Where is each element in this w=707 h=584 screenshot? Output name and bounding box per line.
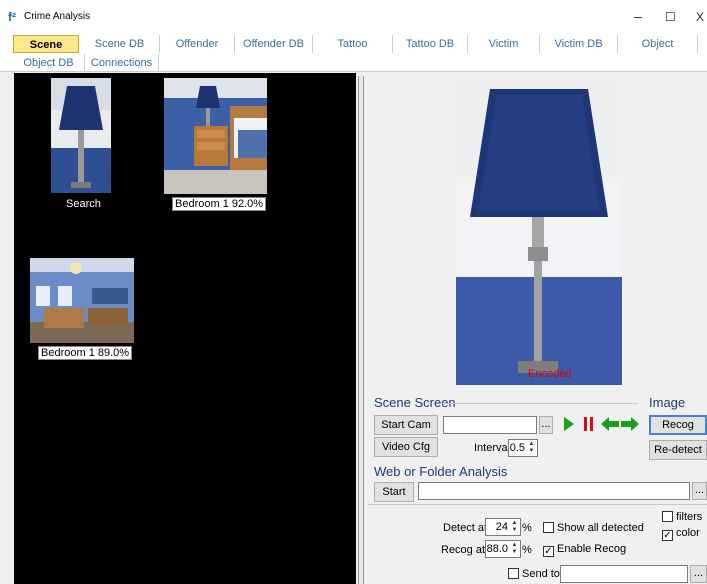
checkbox-checked-icon[interactable]: ✓	[662, 530, 673, 541]
web-folder-title: Web or Folder Analysis	[374, 464, 508, 479]
send-to-label: Send to	[522, 568, 560, 580]
web-folder-browse-button[interactable]: ...	[692, 482, 707, 500]
recog-unit: %	[522, 544, 532, 556]
web-folder-path-input[interactable]	[418, 482, 690, 500]
arrow-left-icon[interactable]	[600, 415, 620, 433]
app-logo-icon: f²	[8, 10, 16, 24]
checkbox-checked-icon[interactable]: ✓	[543, 546, 554, 557]
interval-value: 0.5	[509, 442, 525, 454]
tab-object[interactable]: Object	[618, 35, 698, 53]
close-button[interactable]: X	[696, 10, 704, 24]
tab-victim-db[interactable]: Victim DB	[540, 35, 618, 53]
window-title: Crime Analysis	[24, 11, 91, 22]
tab-offender[interactable]: Offender	[160, 35, 235, 53]
maximize-button[interactable]: ☐	[665, 10, 676, 24]
send-to-browse-button[interactable]: ...	[690, 565, 707, 583]
thumbnail-caption: Search	[66, 198, 101, 210]
title-bar: f² Crime Analysis – ☐ X	[0, 0, 707, 34]
color-label: color	[676, 527, 700, 539]
interval-label: Interval	[474, 442, 511, 454]
thumbnail-bedroom-2[interactable]	[30, 258, 134, 343]
send-to-input[interactable]	[560, 565, 688, 583]
show-all-detected-checkbox[interactable]: Show all detected	[543, 522, 644, 534]
spin-arrows-icon[interactable]: ▲ ▼	[527, 441, 536, 455]
spin-arrows-icon[interactable]: ▲ ▼	[510, 542, 519, 556]
filters-checkbox[interactable]: filters	[662, 511, 702, 523]
thumbnail-lamp[interactable]	[51, 78, 111, 193]
checkbox-unchecked-icon[interactable]	[508, 568, 519, 579]
enable-recog-label: Enable Recog	[557, 543, 627, 555]
encoded-label: Encoded	[528, 368, 572, 380]
tab-tattoo-db[interactable]: Tattoo DB	[393, 35, 468, 53]
camera-browse-button[interactable]: ...	[539, 416, 553, 434]
filters-label: filters	[676, 511, 703, 523]
tab-victim[interactable]: Victim	[468, 35, 540, 53]
spin-arrows-icon[interactable]: ▲ ▼	[510, 520, 519, 534]
recog-button[interactable]: Recog	[649, 415, 707, 435]
preview-image	[456, 77, 622, 385]
tab-object-db[interactable]: Object DB	[13, 54, 85, 72]
tab-tattoo[interactable]: Tattoo	[313, 35, 393, 53]
checkbox-unchecked-icon[interactable]	[543, 522, 554, 533]
minimize-button[interactable]: –	[634, 8, 642, 24]
tab-connections[interactable]: Connections	[85, 54, 159, 72]
enable-recog-checkbox[interactable]: ✓ Enable Recog	[543, 543, 626, 557]
recog-at-label: Recog at	[441, 544, 486, 556]
detect-threshold-stepper[interactable]: 24 ▲ ▼	[485, 518, 521, 536]
thumbnail-caption: Bedroom 1 89.0%	[38, 346, 133, 360]
tab-scene-db[interactable]: Scene DB	[80, 35, 160, 53]
tab-offender-db[interactable]: Offender DB	[235, 35, 313, 53]
recog-value: 88.0	[486, 543, 508, 555]
section-divider	[442, 403, 638, 404]
redetect-button[interactable]: Re-detect	[649, 440, 707, 460]
tab-scene[interactable]: Scene	[13, 35, 79, 53]
start-cam-button[interactable]: Start Cam	[374, 415, 438, 435]
play-icon[interactable]	[559, 415, 577, 433]
checkbox-unchecked-icon[interactable]	[662, 511, 673, 522]
send-to-checkbox[interactable]: Send to	[508, 568, 560, 580]
detect-at-label: Detect at	[443, 522, 488, 534]
camera-source-input[interactable]	[443, 416, 537, 434]
pause-icon[interactable]	[580, 415, 598, 433]
web-folder-start-button[interactable]: Start	[374, 482, 414, 502]
thumbnail-caption: Bedroom 1 92.0%	[172, 197, 267, 211]
thumbnail-bedroom-1[interactable]	[164, 78, 267, 194]
video-cfg-button[interactable]: Video Cfg	[374, 437, 438, 457]
interval-stepper[interactable]: 0.5 ▲ ▼	[508, 439, 538, 457]
image-title: Image	[649, 395, 686, 410]
show-all-detected-label: Show all detected	[557, 522, 644, 534]
tab-strip: Scene Scene DB Offender Offender DB Tatt…	[0, 34, 707, 72]
detect-unit: %	[522, 522, 532, 534]
recog-threshold-stepper[interactable]: 88.0 ▲ ▼	[485, 540, 521, 558]
detect-value: 24	[495, 521, 508, 533]
pane-splitter[interactable]	[358, 76, 364, 584]
options-divider	[368, 504, 707, 505]
thumbnail-pane[interactable]: Search Bedroom 1 92.0% Bedroom 1 89.0%	[14, 73, 356, 584]
arrow-right-icon[interactable]	[620, 415, 640, 433]
color-checkbox[interactable]: ✓ color	[662, 527, 700, 541]
